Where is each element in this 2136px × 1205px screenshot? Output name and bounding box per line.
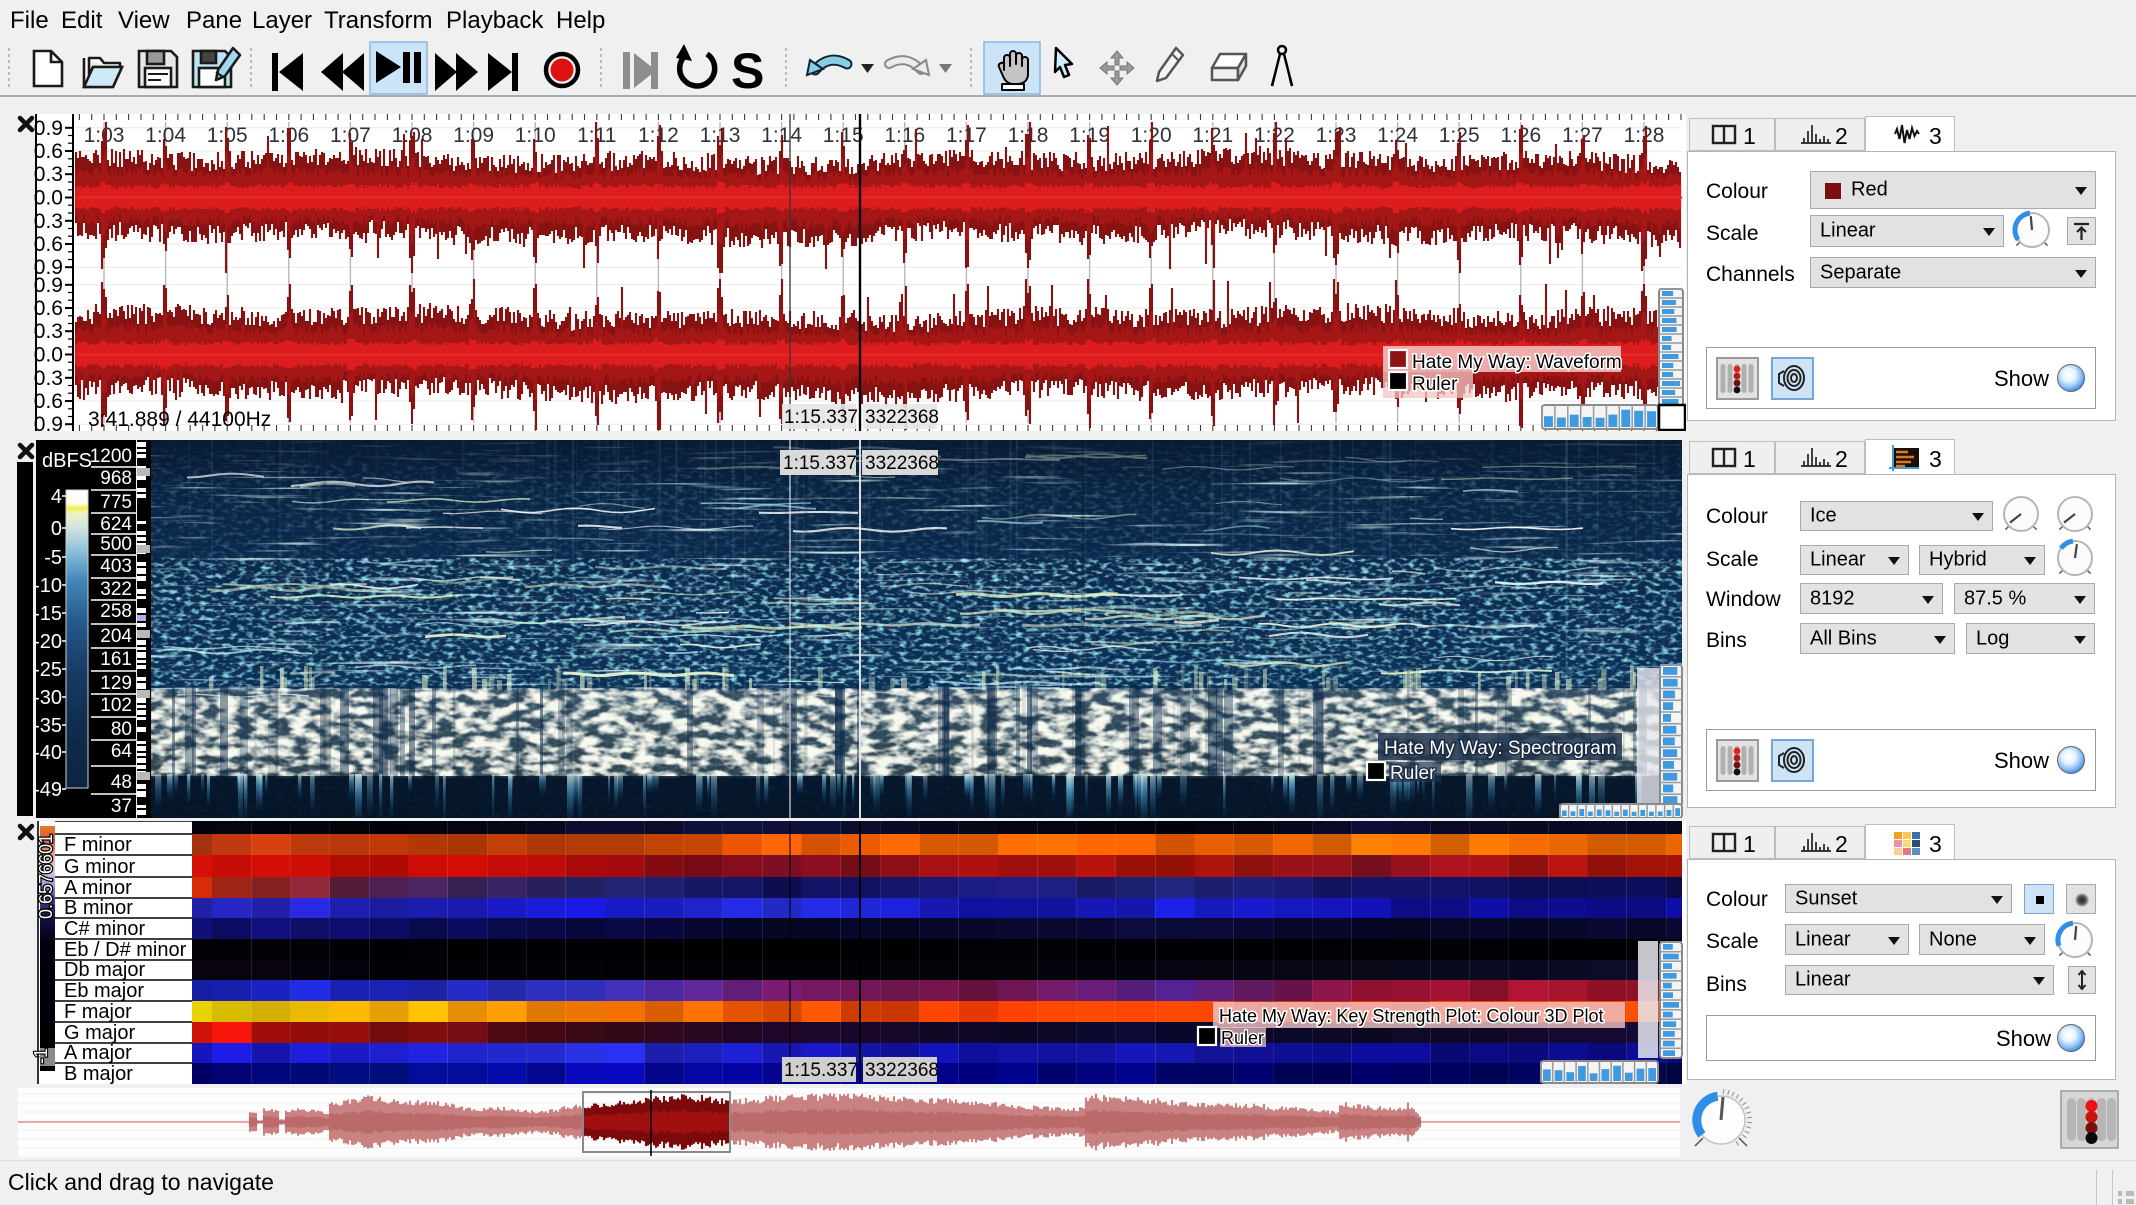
svg-text:3322368: 3322368 xyxy=(865,1060,939,1081)
svg-text:204: 204 xyxy=(100,626,132,647)
svg-text:2: 2 xyxy=(1835,831,1848,857)
svg-text:Hate My Way: Key Strength Plot: Hate My Way: Key Strength Plot: Colour 3… xyxy=(1219,1006,1604,1026)
svg-text:Hate My Way: Waveform: Hate My Way: Waveform xyxy=(1412,352,1622,373)
svg-text:-15: -15 xyxy=(33,603,62,625)
svg-text:Ruler: Ruler xyxy=(1412,374,1458,395)
svg-text:A major: A major xyxy=(64,1042,132,1064)
svg-text:1: 1 xyxy=(1743,446,1756,472)
svg-text:S: S xyxy=(731,43,764,96)
svg-text:1200: 1200 xyxy=(90,446,132,467)
svg-text:Ruler: Ruler xyxy=(1390,763,1436,784)
svg-text:3: 3 xyxy=(1929,446,1942,472)
svg-text:2: 2 xyxy=(1835,123,1848,149)
svg-text:0.3: 0.3 xyxy=(34,320,63,343)
svg-text:3:41.889 / 44100Hz: 3:41.889 / 44100Hz xyxy=(88,408,271,431)
svg-text:968: 968 xyxy=(100,468,132,489)
svg-text:80: 80 xyxy=(111,719,132,740)
svg-text:403: 403 xyxy=(100,556,132,577)
svg-text:-20: -20 xyxy=(33,631,62,653)
svg-text:500: 500 xyxy=(100,534,132,555)
svg-text:0.3: 0.3 xyxy=(34,163,63,186)
svg-text:-5: -5 xyxy=(44,547,62,569)
svg-text:1:15: 1:15 xyxy=(823,124,864,147)
svg-text:0.6576601: 0.6576601 xyxy=(36,834,56,919)
svg-text:3322368: 3322368 xyxy=(865,453,939,474)
svg-text:-10: -10 xyxy=(33,575,62,597)
svg-text:1: 1 xyxy=(1743,123,1756,149)
svg-text:0.0: 0.0 xyxy=(34,187,63,210)
svg-text:0.3: 0.3 xyxy=(34,210,63,233)
svg-text:C# minor: C# minor xyxy=(64,918,145,940)
svg-text:Ruler: Ruler xyxy=(1221,1028,1264,1048)
svg-text:0.6: 0.6 xyxy=(34,140,63,163)
svg-text:0.0: 0.0 xyxy=(34,344,63,367)
svg-text:B major: B major xyxy=(64,1063,133,1084)
svg-text:1:24: 1:24 xyxy=(1377,124,1418,147)
svg-text:0.6: 0.6 xyxy=(34,390,63,413)
svg-text:-35: -35 xyxy=(33,715,62,737)
svg-text:Eb / D# minor: Eb / D# minor xyxy=(64,939,187,961)
svg-text:1:04: 1:04 xyxy=(145,124,186,147)
svg-text:48: 48 xyxy=(111,772,132,793)
svg-text:0.6: 0.6 xyxy=(34,297,63,320)
svg-text:A minor: A minor xyxy=(64,877,132,899)
svg-text:1: 1 xyxy=(1743,831,1756,857)
svg-text:624: 624 xyxy=(100,514,132,535)
svg-text:1:10: 1:10 xyxy=(515,124,556,147)
svg-text:B minor: B minor xyxy=(64,897,133,919)
svg-text:4: 4 xyxy=(51,486,62,508)
svg-text:G minor: G minor xyxy=(64,856,135,878)
svg-text:-30: -30 xyxy=(33,687,62,709)
svg-text:G major: G major xyxy=(64,1022,135,1044)
svg-text:F major: F major xyxy=(64,1001,132,1023)
svg-text:0: 0 xyxy=(51,518,62,540)
svg-text:1:15.337: 1:15.337 xyxy=(784,407,858,428)
svg-text:Eb major: Eb major xyxy=(64,980,144,1002)
svg-text:3: 3 xyxy=(1929,123,1942,149)
svg-text:-40: -40 xyxy=(33,742,62,764)
svg-text:3322368: 3322368 xyxy=(865,407,939,428)
svg-text:102: 102 xyxy=(100,695,132,716)
svg-text:-49: -49 xyxy=(33,779,62,801)
svg-text:64: 64 xyxy=(111,741,133,762)
svg-text:0.9: 0.9 xyxy=(34,274,63,297)
svg-text:3: 3 xyxy=(1929,831,1942,857)
svg-text:dBFS: dBFS xyxy=(42,450,92,472)
svg-text:-1: -1 xyxy=(31,1048,51,1064)
svg-text:775: 775 xyxy=(100,492,132,513)
svg-text:129: 129 xyxy=(100,673,132,694)
svg-text:0.9: 0.9 xyxy=(34,117,63,140)
svg-text:1:13: 1:13 xyxy=(700,124,741,147)
svg-text:322: 322 xyxy=(100,579,132,600)
svg-text:258: 258 xyxy=(100,601,132,622)
svg-text:1:15.337: 1:15.337 xyxy=(784,1060,858,1081)
svg-text:0.9: 0.9 xyxy=(34,413,63,431)
svg-text:1:16: 1:16 xyxy=(884,124,925,147)
svg-text:Db major: Db major xyxy=(64,959,145,981)
svg-text:37: 37 xyxy=(111,796,132,817)
svg-text:Hate My Way: Spectrogram: Hate My Way: Spectrogram xyxy=(1384,738,1617,759)
svg-text:161: 161 xyxy=(100,649,132,670)
svg-text:-25: -25 xyxy=(33,659,62,681)
svg-text:F minor: F minor xyxy=(64,834,132,856)
svg-text:2: 2 xyxy=(1835,446,1848,472)
svg-text:0.6: 0.6 xyxy=(34,233,63,256)
svg-text:1:15.337: 1:15.337 xyxy=(783,453,857,474)
svg-text:0.3: 0.3 xyxy=(34,367,63,390)
